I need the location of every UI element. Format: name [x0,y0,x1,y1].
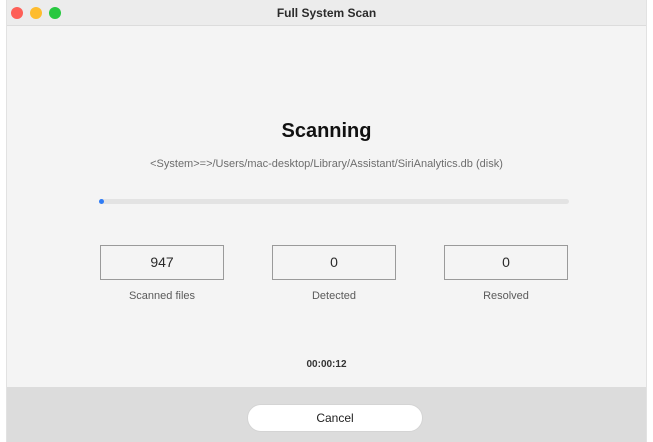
resolved-stat: 0 Resolved [444,245,568,302]
scanned-files-label: Scanned files [128,290,196,302]
scanned-files-stat: 947 Scanned files [100,245,224,302]
title-bar: Full System Scan [7,0,646,26]
footer-bar: Cancel [7,387,646,442]
detected-label: Detected [311,290,357,302]
resolved-count: 0 [444,245,568,280]
scan-window: Full System Scan Scanning <System>=>/Use… [6,0,647,442]
current-scan-path: <System>=>/Users/mac-desktop/Library/Ass… [150,158,503,170]
scan-progress-fill [99,199,104,204]
scanned-files-count: 947 [100,245,224,280]
scan-heading: Scanning [281,120,372,142]
window-title: Full System Scan [276,6,377,20]
detected-count: 0 [272,245,396,280]
scan-content: Scanning <System>=>/Users/mac-desktop/Li… [7,26,646,387]
detected-stat: 0 Detected [272,245,396,302]
elapsed-time: 00:00:12 [306,359,347,370]
cancel-button[interactable]: Cancel [247,404,423,432]
resolved-label: Resolved [483,290,529,302]
scan-progress-bar [99,199,569,204]
